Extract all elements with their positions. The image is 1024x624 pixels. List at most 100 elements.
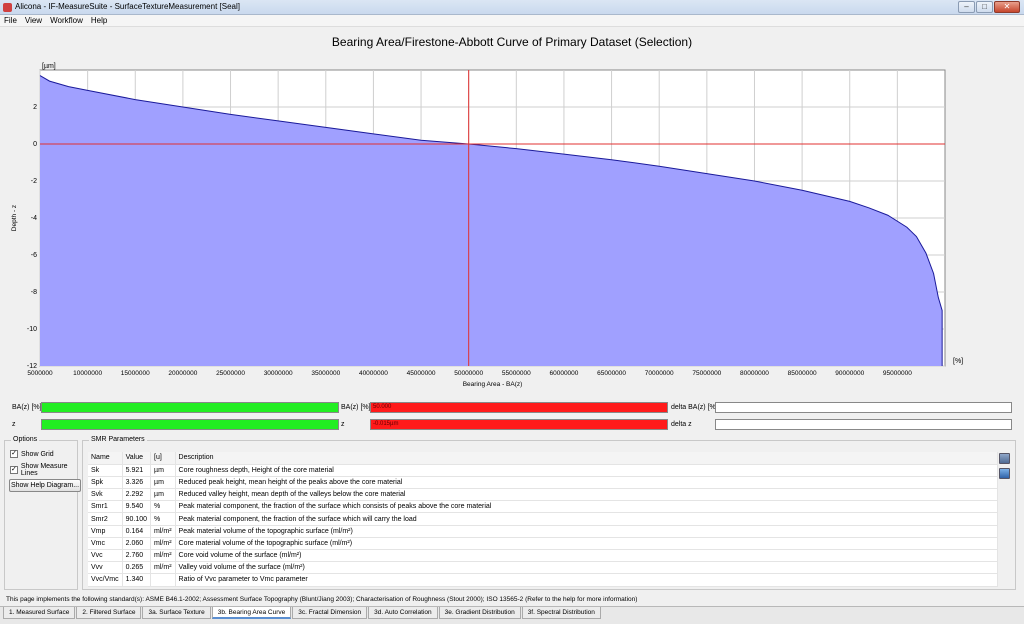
param-name: Smr1 bbox=[88, 500, 123, 514]
param-name: Svk bbox=[88, 488, 123, 502]
table-row[interactable]: Svk 2.292 µm Reduced valley height, mean de… bbox=[88, 488, 999, 502]
param-description: Peak material component, the fraction of… bbox=[175, 500, 999, 514]
table-row[interactable]: Vmc 2.060 ml/m² Core material volume of the… bbox=[88, 537, 999, 551]
param-value: 90.100 bbox=[122, 512, 152, 526]
table-row[interactable]: Smr2 90.100% Peak material component, the … bbox=[88, 512, 999, 526]
tab-measured-surface[interactable]: 1. Measured Surface bbox=[3, 607, 76, 619]
save-icon[interactable] bbox=[999, 468, 1010, 479]
table-row[interactable]: Vvv 0.265 ml/m² Valley void volume of the s… bbox=[88, 561, 999, 575]
delta-z-field[interactable] bbox=[715, 419, 1012, 430]
x-tick-label: 10000000 bbox=[73, 370, 102, 377]
x-tick-label: 50000000 bbox=[454, 370, 483, 377]
y-axis-label: Depth - z bbox=[11, 205, 18, 231]
delta-ba-label: delta BA(z) [%] bbox=[671, 404, 718, 411]
maximize-button[interactable]: □ bbox=[976, 1, 993, 13]
tab-gradient-distribution[interactable]: 3e. Gradient Distribution bbox=[438, 607, 521, 619]
delta-ba-field[interactable] bbox=[715, 402, 1012, 413]
param-value: 0.164 bbox=[122, 525, 152, 538]
menu-view[interactable]: View bbox=[21, 15, 46, 26]
y-tick-label: 0 bbox=[33, 141, 37, 148]
table-row[interactable]: Spk 3.326 µm Reduced peak height, mean heig… bbox=[88, 476, 999, 490]
ba-bar[interactable] bbox=[41, 402, 339, 413]
param-name: Spk bbox=[88, 476, 123, 490]
menu-bar: File View Workflow Help bbox=[0, 15, 1024, 27]
app-icon bbox=[3, 3, 12, 12]
tab-auto-correlation[interactable]: 3d. Auto Correlation bbox=[368, 607, 438, 619]
y-tick-label: -2 bbox=[31, 178, 37, 185]
col-name-header[interactable]: Name bbox=[88, 452, 123, 465]
col-unit-header[interactable]: [u] bbox=[150, 452, 176, 465]
smr-table: Name Value [u] Description Sk 5.921 µm Core… bbox=[88, 452, 999, 587]
show-grid-checkbox[interactable]: ✓ Show Grid bbox=[10, 450, 54, 458]
show-measure-lines-checkbox[interactable]: ✓ Show Measure Lines bbox=[10, 463, 77, 477]
param-description: Reduced valley height, mean depth of the… bbox=[175, 488, 999, 502]
menu-help[interactable]: Help bbox=[87, 15, 111, 26]
tab-bearing-area-curve[interactable]: 3b. Bearing Area Curve bbox=[211, 607, 292, 619]
menu-workflow[interactable]: Workflow bbox=[46, 15, 87, 26]
param-description: Reduced peak height, mean height of the … bbox=[175, 476, 999, 490]
param-unit: % bbox=[150, 500, 176, 514]
minimize-button[interactable]: – bbox=[958, 1, 975, 13]
z2-bar[interactable]: -0.015µm bbox=[370, 419, 668, 430]
x-tick-label: 70000000 bbox=[645, 370, 674, 377]
x-tick-label: 85000000 bbox=[788, 370, 817, 377]
col-value-header[interactable]: Value bbox=[122, 452, 152, 465]
show-grid-label: Show Grid bbox=[21, 450, 54, 458]
x-tick-label: 45000000 bbox=[407, 370, 436, 377]
param-description: Ratio of Vvc parameter to Vmc parameter bbox=[175, 573, 999, 587]
delete-icon[interactable] bbox=[999, 453, 1010, 464]
tab-surface-texture[interactable]: 3a. Surface Texture bbox=[142, 607, 211, 619]
ba2-label: BA(z) [%] bbox=[341, 404, 371, 411]
tab-spectral-distribution[interactable]: 3f. Spectral Distribution bbox=[521, 607, 601, 619]
param-unit: ml/m² bbox=[150, 549, 176, 563]
param-name: Vmc bbox=[88, 537, 123, 551]
param-value: 3.326 bbox=[122, 476, 152, 490]
param-unit: ml/m² bbox=[150, 537, 176, 551]
check-icon[interactable]: ✓ bbox=[10, 450, 18, 458]
tab-fractal-dimension[interactable]: 3c. Fractal Dimension bbox=[292, 607, 368, 619]
param-unit: ml/m² bbox=[150, 561, 176, 575]
col-description-header[interactable]: Description bbox=[175, 452, 999, 465]
x-tick-label: 30000000 bbox=[264, 370, 293, 377]
table-row[interactable]: Vvc 2.760 ml/m² Core void volume of the sur… bbox=[88, 549, 999, 563]
table-row[interactable]: Vvc/Vmc 1.340 Ratio of Vvc parameter to Vm… bbox=[88, 573, 999, 587]
param-unit: µm bbox=[150, 488, 176, 502]
param-unit: µm bbox=[150, 464, 176, 477]
x-tick-label: 95000000 bbox=[883, 370, 912, 377]
show-help-diagram-button[interactable]: Show Help Diagram... bbox=[9, 479, 81, 492]
param-description: Valley void volume of the surface (ml/m²… bbox=[175, 561, 999, 575]
z-bar[interactable] bbox=[41, 419, 339, 430]
param-unit: ml/m² bbox=[150, 525, 176, 538]
table-row[interactable]: Sk 5.921 µm Core roughness depth, Height of… bbox=[88, 464, 999, 477]
x-tick-label: 80000000 bbox=[740, 370, 769, 377]
table-header-row: Name Value [u] Description bbox=[88, 452, 999, 465]
delta-z-label: delta z bbox=[671, 421, 692, 428]
param-name: Sk bbox=[88, 464, 123, 477]
menu-file[interactable]: File bbox=[0, 15, 21, 26]
y-tick-label: -12 bbox=[27, 363, 37, 370]
ba2-bar[interactable]: 50.000 bbox=[370, 402, 668, 413]
title-bar: Alicona - IF-MeasureSuite - SurfaceTextu… bbox=[0, 0, 1024, 15]
tab-filtered-surface[interactable]: 2. Filtered Surface bbox=[76, 607, 142, 619]
param-name: Vvv bbox=[88, 561, 123, 575]
x-tick-label: 35000000 bbox=[311, 370, 340, 377]
value-bars: BA(z) [%] BA(z) [%] 50.000 delta BA(z) [… bbox=[10, 402, 1014, 432]
param-value: 2.060 bbox=[122, 537, 152, 551]
bearing-area-chart[interactable]: 5000000 10000000 15000000 20000000 25000000 3… bbox=[3, 27, 1021, 395]
y-tick-label: -4 bbox=[31, 215, 37, 222]
workflow-tabs: 1. Measured Surface 2. Filtered Surface … bbox=[0, 606, 1024, 624]
close-button[interactable]: ✕ bbox=[994, 1, 1020, 13]
y-tick-label: 2 bbox=[33, 104, 37, 111]
check-icon[interactable]: ✓ bbox=[10, 466, 18, 474]
param-description: Core void volume of the surface (ml/m²) bbox=[175, 549, 999, 563]
param-value: 9.540 bbox=[122, 500, 152, 514]
table-row[interactable]: Vmp 0.164 ml/m² Peak material volume of the… bbox=[88, 525, 999, 538]
y-tick-label: -6 bbox=[31, 252, 37, 259]
param-description: Peak material component, the fraction of… bbox=[175, 512, 999, 526]
smr-title: SMR Parameters bbox=[89, 436, 147, 443]
param-name: Vmp bbox=[88, 525, 123, 538]
table-row[interactable]: Smr1 9.540% Peak material component, the f… bbox=[88, 500, 999, 514]
param-description: Peak material volume of the topographic … bbox=[175, 525, 999, 538]
y-tick-label: -8 bbox=[31, 289, 37, 296]
z2-label: z bbox=[341, 421, 345, 428]
